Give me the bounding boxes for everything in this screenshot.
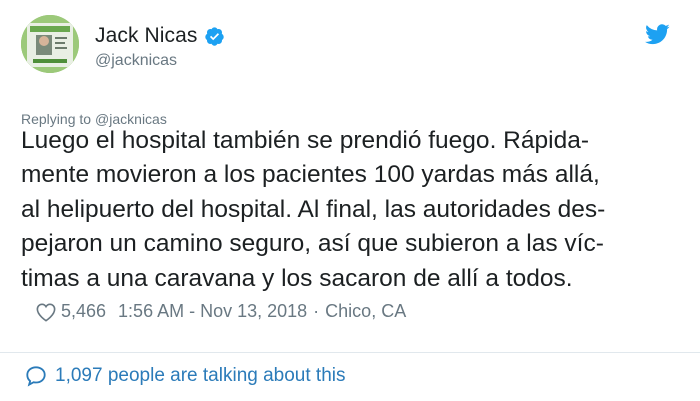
tweet-location[interactable]: Chico, CA [325,301,406,322]
tweet-line: timas a una caravana y los sacaron de al… [21,264,573,292]
verified-badge-icon [204,26,224,46]
conversation-text[interactable]: 1,097 people are talking about this [55,365,346,387]
author-name-row[interactable]: Jack Nicas [95,24,225,48]
tweet-line: Luego el hospital también se prendió fue… [21,127,589,154]
like-count[interactable]: 5,466 [61,301,106,322]
conversation-link[interactable]: 1,097 people are talking about this [25,365,346,387]
tweet-text: Luego el hospital también se prendió fue… [21,124,681,296]
tweet-line: al helipuerto del hospital. Al final, la… [21,195,606,223]
author-handle[interactable]: @jacknicas [95,52,177,70]
divider [0,352,700,353]
speech-bubble-icon [26,366,46,387]
meta-separator: · [313,301,320,321]
author-name[interactable]: Jack Nicas [95,24,198,48]
tweet-line: mente movieron a los pacientes 100 yarda… [21,161,600,189]
avatar[interactable] [21,15,79,73]
heart-icon[interactable] [35,302,57,322]
tweet-timestamp[interactable]: 1:56 AM - Nov 13, 2018 [118,301,307,322]
tweet-card: Jack Nicas @jacknicas Replying to @jackn… [0,0,700,401]
tweet-line: pejaron un camino seguro, así que subier… [21,230,604,258]
tweet-meta: 5,466 1:56 AM - Nov 13, 2018 · Chico, CA [35,301,406,322]
avatar-image [21,15,79,73]
twitter-bird-icon[interactable] [645,24,670,45]
